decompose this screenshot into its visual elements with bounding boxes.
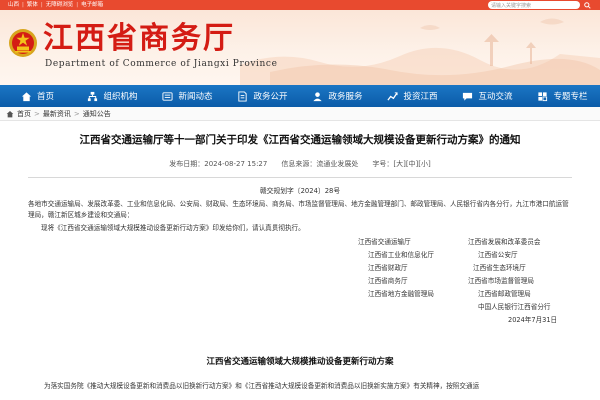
signatory-right: 江西省邮政管理局 [478, 289, 531, 298]
search-icon [583, 1, 591, 9]
breadcrumb-link-latest[interactable]: 最新资讯 [43, 109, 71, 119]
recipients-paragraph: 各地市交通运输局、发展改革委、工业和信息化局、公安局、财政局、生态环境局、商务局… [28, 200, 569, 219]
issue-date: 2024年7月31日 [508, 315, 558, 324]
main-nav: 首页 组织机构 新闻动态 政务公开 政务服务 投资江西 互动交流 专题专栏 [0, 85, 600, 107]
org-chart-icon [88, 91, 98, 101]
font-size-medium[interactable]: [中] [406, 160, 418, 168]
divider [28, 177, 572, 178]
topic-icon [538, 91, 548, 101]
signatory-right: 江西省市场监督管理局 [468, 276, 534, 285]
breadcrumb: 首页 > 最新资讯 > 通知公告 [0, 107, 600, 121]
signatory-left: 江西省地方金融管理局 [368, 289, 434, 298]
utility-link-traditional[interactable]: 繁体 [27, 0, 38, 10]
breadcrumb-separator: > [34, 109, 40, 118]
nav-item-topics[interactable]: 专题专栏 [525, 85, 600, 107]
utility-link-accessibility[interactable]: 无障碍浏览 [46, 0, 74, 10]
article-title: 江西省交通运输厅等十一部门关于印发《江西省交通运输领域大规模设备更新行动方案》的… [79, 134, 521, 146]
nav-item-label: 组织机构 [103, 92, 138, 102]
plan-title: 江西省交通运输领域大规模推动设备更新行动方案 [206, 356, 394, 367]
search-button[interactable] [582, 1, 592, 9]
site-subtitle: Department of Commerce of Jiangxi Provin… [45, 59, 278, 69]
nav-item-label: 专题专栏 [553, 92, 588, 102]
nav-item-interaction[interactable]: 互动交流 [450, 85, 525, 107]
national-emblem-icon [9, 29, 37, 57]
signatories: 江西省交通运输厅 江西省工业和信息化厅 江西省财政厅 江西省商务厅 江西省地方金… [28, 237, 572, 337]
nav-item-services[interactable]: 政务服务 [300, 85, 375, 107]
investment-icon [387, 91, 399, 101]
top-utility-bar: 山西 | 繁体 | 无障碍浏览 | 电子邮箱 请输入关键字搜索 [0, 0, 600, 10]
nav-item-government-affairs[interactable]: 政务公开 [225, 85, 300, 107]
breadcrumb-separator: > [73, 109, 80, 118]
article-meta: 发布日期：2024-08-27 15:27 信息来源：流通业发展处 字号：[大]… [28, 159, 572, 169]
article: 江西省交通运输厅等十一部门关于印发《江西省交通运输领域大规模设备更新行动方案》的… [0, 133, 600, 391]
signatory-left: 江西省财政厅 [368, 263, 408, 272]
nav-item-home[interactable]: 首页 [0, 85, 75, 107]
separator: | [76, 2, 79, 8]
separator: | [40, 2, 43, 8]
nav-item-label: 投资江西 [403, 92, 438, 102]
signatory-right: 江西省发展和改革委员会 [468, 237, 541, 246]
font-size-large[interactable]: [大] [393, 160, 405, 168]
signatory-right: 江西省公安厅 [478, 250, 518, 259]
breadcrumb-link-notices[interactable]: 通知公告 [83, 109, 111, 119]
body-paragraph: 现将《江西省交通运输领域大规模推动设备更新行动方案》印发给你们，请认真贯彻执行。 [41, 224, 305, 232]
service-icon [313, 91, 323, 101]
font-size-switcher: 字号：[大][中][小] [372, 159, 430, 169]
document-number: 赣交规划字〔2024〕28号 [259, 187, 341, 195]
nav-item-label: 新闻动态 [178, 92, 213, 102]
nav-item-label: 首页 [36, 92, 54, 102]
document-icon [238, 90, 248, 102]
utility-links: 山西 | 繁体 | 无障碍浏览 | 电子邮箱 [8, 0, 103, 10]
nav-item-news[interactable]: 新闻动态 [150, 85, 225, 107]
signatory-left: 江西省交通运输厅 [358, 237, 411, 246]
utility-link-province[interactable]: 山西 [8, 0, 19, 10]
banner-decoration [240, 18, 600, 85]
nav-item-organization[interactable]: 组织机构 [75, 85, 150, 107]
signatory-right: 中国人民银行江西省分行 [478, 302, 551, 311]
site-title: 江西省商务厅 [43, 21, 235, 56]
nav-item-label: 政务公开 [253, 92, 288, 102]
info-source: 信息来源：流通业发展处 [281, 160, 359, 168]
utility-link-email[interactable]: 电子邮箱 [81, 0, 103, 10]
home-icon [21, 91, 32, 101]
news-icon [162, 91, 174, 101]
chat-icon [463, 92, 473, 101]
home-icon [6, 110, 14, 117]
page: { "topbar": { "links": ["山西", "繁体", "无障碍… [0, 0, 600, 400]
plan-intro-paragraph: 为落实国务院《推动大规模设备更新和消费品以旧换新行动方案》和《江西省推动大规模设… [44, 381, 480, 390]
nav-item-investment[interactable]: 投资江西 [375, 85, 450, 107]
publish-time: 发布日期：2024-08-27 15:27 [169, 160, 268, 168]
nav-item-label: 互动交流 [478, 92, 513, 102]
signatory-left: 江西省工业和信息化厅 [368, 250, 434, 259]
site-banner: 江西省商务厅 Department of Commerce of Jiangxi… [0, 10, 600, 85]
separator: | [22, 2, 24, 8]
signatory-left: 江西省商务厅 [368, 276, 408, 285]
nav-item-label: 政务服务 [328, 92, 363, 102]
search-input[interactable]: 请输入关键字搜索 [488, 1, 580, 9]
breadcrumb-link-home[interactable]: 首页 [17, 109, 31, 119]
font-size-small[interactable]: [小] [418, 160, 430, 168]
font-size-label: 字号： [372, 160, 394, 168]
signatory-right: 江西省生态环境厅 [473, 263, 526, 272]
